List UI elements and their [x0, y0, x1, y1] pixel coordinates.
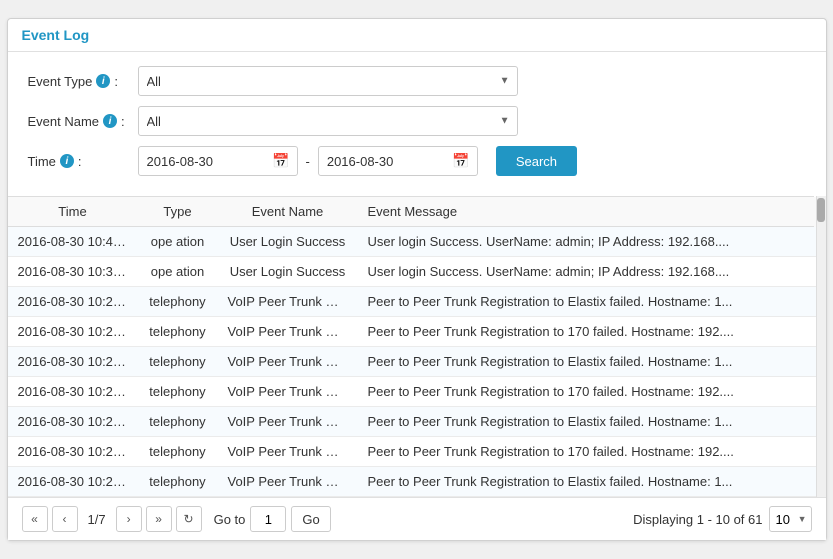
event-log-panel: Event Log Event Type i: All ▼ Event Name… [7, 18, 827, 541]
time-label: Time i: [28, 154, 138, 169]
cell-message: Peer to Peer Trunk Registration to 170 f… [358, 437, 814, 467]
cell-event-name: VoIP Peer Trunk Reg... [218, 377, 358, 407]
displaying-text: Displaying 1 - 10 of 61 [633, 512, 762, 527]
event-log-table: Time Type Event Name Event Message 2016-… [8, 196, 826, 497]
cell-time: 2016-08-30 10:22:39 [8, 377, 138, 407]
time-row: Time i: 📅 - 📅 Search [28, 146, 806, 176]
cell-event-name: User Login Success [218, 227, 358, 257]
panel-header: Event Log [8, 19, 826, 52]
cell-type: telephony [138, 347, 218, 377]
cell-type: telephony [138, 317, 218, 347]
panel-title: Event Log [22, 27, 90, 43]
cell-event-name: VoIP Peer Trunk Reg... [218, 467, 358, 497]
goto-wrap: Go to Go [214, 506, 331, 532]
prev-page-button[interactable]: ‹ [52, 506, 78, 532]
search-button[interactable]: Search [496, 146, 577, 176]
table-row: 2016-08-30 10:22:58 telephony VoIP Peer … [8, 347, 826, 377]
cell-message: Peer to Peer Trunk Registration to Elast… [358, 467, 814, 497]
table-row: 2016-08-30 10:22:11 telephony VoIP Peer … [8, 407, 826, 437]
cell-message: User login Success. UserName: admin; IP … [358, 227, 814, 257]
first-page-button[interactable]: « [22, 506, 48, 532]
cell-event-name: VoIP Peer Trunk Reg... [218, 437, 358, 467]
table-row: 2016-08-30 10:24:27 telephony VoIP Peer … [8, 287, 826, 317]
cell-time: 2016-08-30 10:24:13 [8, 317, 138, 347]
cell-type: telephony [138, 377, 218, 407]
th-event-message: Event Message [358, 197, 814, 227]
cell-time: 2016-08-30 10:20:26 [8, 467, 138, 497]
table-row: 2016-08-30 10:24:13 telephony VoIP Peer … [8, 317, 826, 347]
cell-type: telephony [138, 467, 218, 497]
cell-type: telephony [138, 287, 218, 317]
cell-time: 2016-08-30 10:35:16 [8, 257, 138, 287]
table-row: 2016-08-30 10:35:16 ope ation User Login… [8, 257, 826, 287]
time-info-icon[interactable]: i [60, 154, 74, 168]
refresh-button[interactable]: ↻ [176, 506, 202, 532]
table-row: 2016-08-30 10:46:16 ope ation User Login… [8, 227, 826, 257]
cell-event-name: VoIP Peer Trunk Reg... [218, 287, 358, 317]
event-name-info-icon[interactable]: i [103, 114, 117, 128]
pagination-bar: « ‹ 1/7 › » ↻ Go to Go Displaying 1 - 10… [8, 497, 826, 540]
cell-type: telephony [138, 407, 218, 437]
cell-type: ope ation [138, 257, 218, 287]
event-type-label: Event Type i: [28, 74, 138, 89]
date-dash: - [306, 154, 310, 169]
next-page-button[interactable]: › [116, 506, 142, 532]
cell-message: Peer to Peer Trunk Registration to 170 f… [358, 377, 814, 407]
cell-event-name: VoIP Peer Trunk Reg... [218, 347, 358, 377]
cell-event-name: VoIP Peer Trunk Reg... [218, 317, 358, 347]
cell-type: telephony [138, 437, 218, 467]
per-page-select[interactable]: 10 20 50 [769, 506, 812, 532]
cell-event-name: VoIP Peer Trunk Reg... [218, 407, 358, 437]
displaying-info: Displaying 1 - 10 of 61 10 20 50 ▼ [633, 506, 811, 532]
event-name-row: Event Name i: All ▼ [28, 106, 806, 136]
cell-time: 2016-08-30 10:22:58 [8, 347, 138, 377]
goto-label: Go to [214, 512, 246, 527]
event-type-info-icon[interactable]: i [96, 74, 110, 88]
table-outer: Time Type Event Name Event Message 2016-… [8, 196, 826, 497]
cell-message: Peer to Peer Trunk Registration to Elast… [358, 287, 814, 317]
scrollbar-thumb[interactable] [817, 198, 825, 222]
cell-type: ope ation [138, 227, 218, 257]
cell-time: 2016-08-30 10:46:16 [8, 227, 138, 257]
cell-message: Peer to Peer Trunk Registration to Elast… [358, 407, 814, 437]
event-name-label: Event Name i: [28, 114, 138, 129]
page-info: 1/7 [82, 512, 112, 527]
form-area: Event Type i: All ▼ Event Name i: All ▼ [8, 52, 826, 196]
cell-time: 2016-08-30 10:22:11 [8, 407, 138, 437]
cell-message: User login Success. UserName: admin; IP … [358, 257, 814, 287]
date-from-wrap: 📅 [138, 146, 298, 176]
cell-event-name: User Login Success [218, 257, 358, 287]
th-time: Time [8, 197, 138, 227]
cell-time: 2016-08-30 10:24:27 [8, 287, 138, 317]
event-name-select-wrap: All ▼ [138, 106, 518, 136]
page-controls: « ‹ 1/7 › » ↻ Go to Go [22, 506, 331, 532]
date-to-wrap: 📅 [318, 146, 478, 176]
scrollbar[interactable] [816, 196, 826, 497]
date-range-wrap: 📅 - 📅 Search [138, 146, 578, 176]
table-row: 2016-08-30 10:22:10 telephony VoIP Peer … [8, 437, 826, 467]
table-row: 2016-08-30 10:20:26 telephony VoIP Peer … [8, 467, 826, 497]
date-to-input[interactable] [318, 146, 478, 176]
cell-time: 2016-08-30 10:22:10 [8, 437, 138, 467]
last-page-button[interactable]: » [146, 506, 172, 532]
date-from-input[interactable] [138, 146, 298, 176]
cell-message: Peer to Peer Trunk Registration to 170 f… [358, 317, 814, 347]
cell-message: Peer to Peer Trunk Registration to Elast… [358, 347, 814, 377]
table-body: 2016-08-30 10:46:16 ope ation User Login… [8, 227, 826, 497]
table-row: 2016-08-30 10:22:39 telephony VoIP Peer … [8, 377, 826, 407]
th-type: Type [138, 197, 218, 227]
event-type-select[interactable]: All [138, 66, 518, 96]
event-name-select[interactable]: All [138, 106, 518, 136]
per-page-select-wrap: 10 20 50 ▼ [769, 506, 812, 532]
goto-input[interactable] [250, 506, 286, 532]
event-type-row: Event Type i: All ▼ [28, 66, 806, 96]
event-type-select-wrap: All ▼ [138, 66, 518, 96]
th-event-name: Event Name [218, 197, 358, 227]
go-button[interactable]: Go [291, 506, 330, 532]
table-header: Time Type Event Name Event Message [8, 197, 826, 227]
